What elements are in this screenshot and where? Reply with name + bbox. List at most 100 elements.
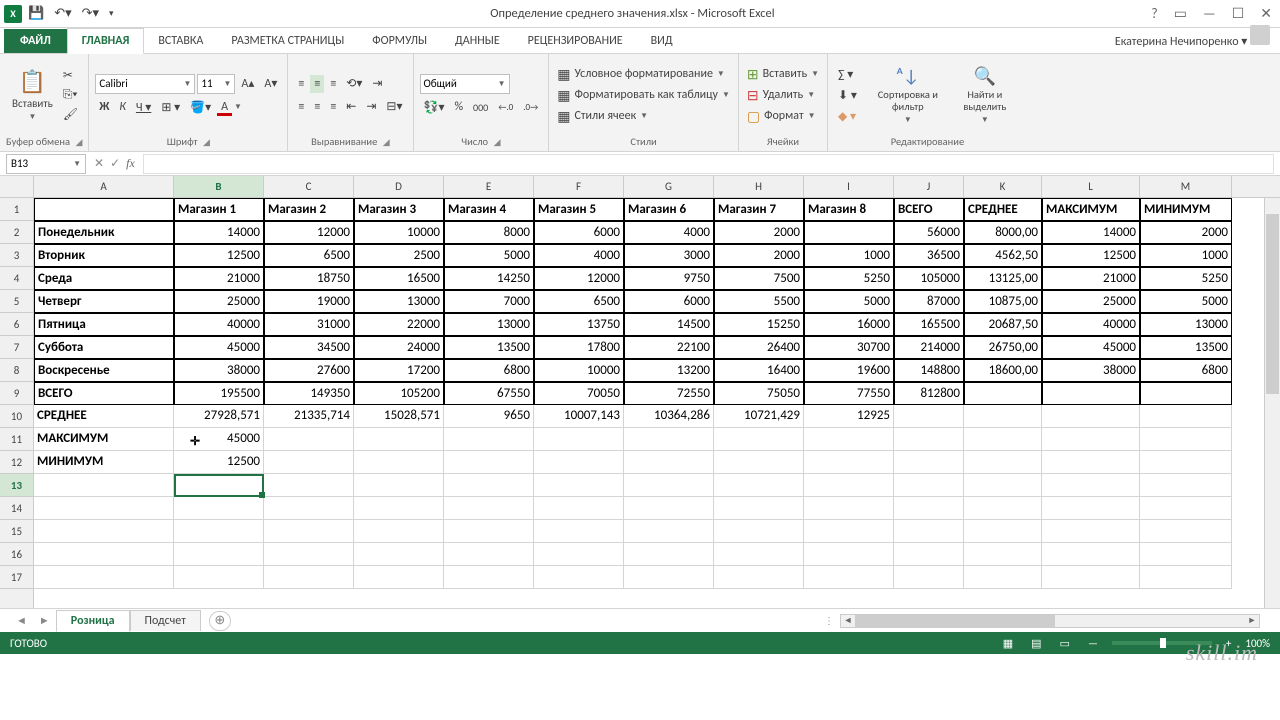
row-header-6[interactable]: 6 bbox=[0, 313, 33, 336]
cell[interactable]: Среда bbox=[34, 267, 174, 290]
cell[interactable] bbox=[1140, 405, 1232, 428]
cell[interactable]: Магазин 8 bbox=[804, 198, 894, 221]
cell[interactable]: 19600 bbox=[804, 359, 894, 382]
cell[interactable]: 6800 bbox=[444, 359, 534, 382]
undo-icon[interactable]: ↶▾ bbox=[50, 4, 75, 23]
cell[interactable]: 2000 bbox=[1140, 221, 1232, 244]
cell[interactable] bbox=[534, 428, 624, 451]
cell[interactable] bbox=[1042, 497, 1140, 520]
cell[interactable]: 14500 bbox=[624, 313, 714, 336]
col-header-M[interactable]: M bbox=[1140, 176, 1232, 197]
cell[interactable] bbox=[624, 543, 714, 566]
cell[interactable] bbox=[534, 451, 624, 474]
cell[interactable] bbox=[264, 543, 354, 566]
cell[interactable] bbox=[714, 543, 804, 566]
cell[interactable]: 12000 bbox=[264, 221, 354, 244]
comma-icon[interactable]: 000 bbox=[469, 99, 492, 116]
fill-color-icon[interactable]: 🪣▾ bbox=[186, 98, 215, 117]
redo-icon[interactable]: ↷▾ bbox=[78, 4, 103, 23]
cell[interactable]: Вторник bbox=[34, 244, 174, 267]
cell[interactable]: 21335,714 bbox=[264, 405, 354, 428]
cell[interactable]: МИНИМУМ bbox=[34, 451, 174, 474]
row-header-16[interactable]: 16 bbox=[0, 543, 33, 566]
format-cells-button[interactable]: ▢Формат ▼ bbox=[745, 107, 821, 126]
underline-button[interactable]: Ч ▾ bbox=[132, 98, 155, 117]
cell[interactable] bbox=[714, 474, 804, 497]
cell[interactable] bbox=[894, 520, 964, 543]
align-top-icon[interactable]: ≡ bbox=[294, 75, 308, 93]
sheet-nav-prev-icon[interactable]: ◄ bbox=[10, 614, 33, 627]
cell[interactable]: Понедельник bbox=[34, 221, 174, 244]
col-header-I[interactable]: I bbox=[804, 176, 894, 197]
cell[interactable]: 14250 bbox=[444, 267, 534, 290]
cell[interactable]: 14000 bbox=[1042, 221, 1140, 244]
cell[interactable]: 21000 bbox=[174, 267, 264, 290]
merge-icon[interactable]: ⊟▾ bbox=[382, 97, 406, 116]
cell[interactable] bbox=[804, 520, 894, 543]
cell[interactable] bbox=[964, 405, 1042, 428]
cell[interactable] bbox=[964, 428, 1042, 451]
cell[interactable] bbox=[1140, 520, 1232, 543]
cell[interactable]: 25000 bbox=[174, 290, 264, 313]
cell[interactable] bbox=[534, 474, 624, 497]
cell[interactable] bbox=[34, 474, 174, 497]
cell[interactable]: 12500 bbox=[1042, 244, 1140, 267]
align-right-icon[interactable]: ≡ bbox=[326, 98, 340, 116]
cell[interactable]: Магазин 2 bbox=[264, 198, 354, 221]
cell[interactable]: 214000 bbox=[894, 336, 964, 359]
cell[interactable]: Магазин 7 bbox=[714, 198, 804, 221]
view-normal-icon[interactable]: ▦ bbox=[999, 637, 1017, 650]
insert-cells-button[interactable]: ⊞Вставить ▼ bbox=[745, 65, 821, 84]
cell[interactable]: 45000 bbox=[1042, 336, 1140, 359]
cell[interactable]: 45000 bbox=[174, 428, 264, 451]
cell[interactable] bbox=[1042, 566, 1140, 589]
cell[interactable] bbox=[714, 428, 804, 451]
cell[interactable]: 40000 bbox=[174, 313, 264, 336]
cell[interactable]: 40000 bbox=[1042, 313, 1140, 336]
cell[interactable] bbox=[804, 474, 894, 497]
cell[interactable]: 6500 bbox=[264, 244, 354, 267]
row-header-8[interactable]: 8 bbox=[0, 359, 33, 382]
cell[interactable]: 5000 bbox=[444, 244, 534, 267]
cell[interactable]: 149350 bbox=[264, 382, 354, 405]
cell[interactable] bbox=[1140, 428, 1232, 451]
cell[interactable]: 5500 bbox=[714, 290, 804, 313]
cell[interactable] bbox=[354, 451, 444, 474]
cell[interactable] bbox=[1042, 474, 1140, 497]
delete-cells-button[interactable]: ⊟Удалить ▼ bbox=[745, 86, 821, 105]
conditional-format-button[interactable]: ▦Условное форматирование▼ bbox=[555, 65, 732, 84]
cell[interactable] bbox=[264, 474, 354, 497]
cell[interactable] bbox=[804, 221, 894, 244]
cell[interactable] bbox=[444, 566, 534, 589]
col-header-E[interactable]: E bbox=[444, 176, 534, 197]
sort-filter-button[interactable]: ᴬ↓Сортировка и фильтр▼ bbox=[867, 63, 949, 126]
cell[interactable]: 14000 bbox=[174, 221, 264, 244]
cell[interactable]: 12500 bbox=[174, 244, 264, 267]
cell[interactable] bbox=[264, 428, 354, 451]
row-header-13[interactable]: 13 bbox=[0, 474, 33, 497]
cell[interactable]: 13125,00 bbox=[964, 267, 1042, 290]
cell[interactable]: 56000 bbox=[894, 221, 964, 244]
col-header-L[interactable]: L bbox=[1042, 176, 1140, 197]
qat-customize-icon[interactable]: ▾ bbox=[105, 6, 118, 21]
cell[interactable]: Магазин 5 bbox=[534, 198, 624, 221]
cell[interactable] bbox=[1042, 405, 1140, 428]
cell[interactable] bbox=[964, 566, 1042, 589]
row-header-2[interactable]: 2 bbox=[0, 221, 33, 244]
cell[interactable]: 77550 bbox=[804, 382, 894, 405]
horizontal-scrollbar[interactable]: ⋮ ◄► bbox=[231, 614, 1280, 628]
cell[interactable]: 17200 bbox=[354, 359, 444, 382]
cell[interactable] bbox=[354, 520, 444, 543]
cell[interactable]: Воскресенье bbox=[34, 359, 174, 382]
cell[interactable] bbox=[894, 428, 964, 451]
col-header-A[interactable]: A bbox=[34, 176, 174, 197]
row-header-1[interactable]: 1 bbox=[0, 198, 33, 221]
cell[interactable] bbox=[624, 566, 714, 589]
cell[interactable] bbox=[1140, 451, 1232, 474]
row-header-7[interactable]: 7 bbox=[0, 336, 33, 359]
cell[interactable] bbox=[264, 497, 354, 520]
cell[interactable] bbox=[444, 497, 534, 520]
row-header-12[interactable]: 12 bbox=[0, 451, 33, 474]
cell[interactable]: 2500 bbox=[354, 244, 444, 267]
select-all-triangle[interactable] bbox=[0, 176, 33, 198]
